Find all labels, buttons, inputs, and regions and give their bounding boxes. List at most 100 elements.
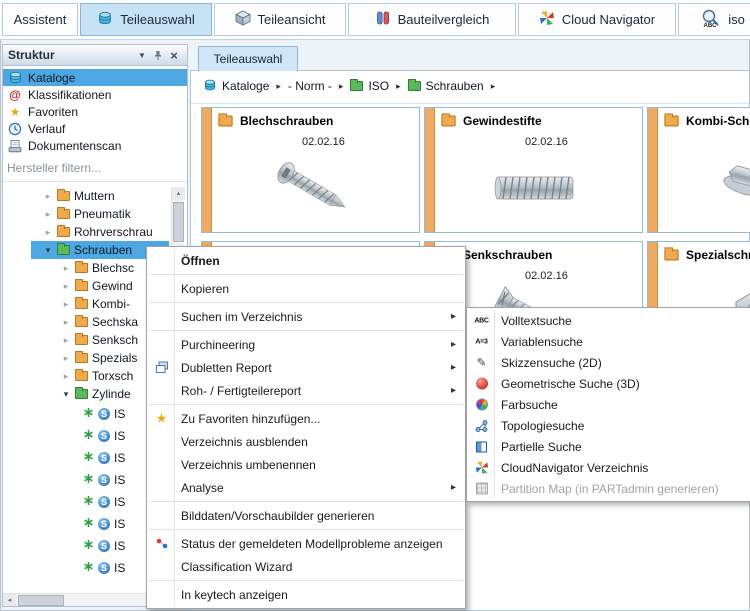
tree-item-kombi[interactable]: Kombi- [3,295,169,313]
tree-label: IS [114,407,125,421]
sidebar-item-favoriten[interactable]: ★ Favoriten [3,103,187,120]
menu-item-analyse[interactable]: Analyse [147,476,465,499]
menu-item-classification-wizard[interactable]: Classification Wizard [147,555,465,578]
tree-item-torx[interactable]: Torxsch [3,367,169,385]
menu-item-raw-finished-report[interactable]: Roh- / Fertigteilereport [147,379,465,402]
scrollbar-thumb[interactable] [18,595,64,606]
sidebar-item-kataloge[interactable]: Kataloge [3,69,187,86]
tree-item-part[interactable]: SIS [3,535,169,557]
tree-item-part[interactable]: SIS [3,513,169,535]
card-title: Senkschrauben [463,248,552,262]
menu-item-duplicate-report[interactable]: Dubletten Report [147,356,465,379]
tree-item-part[interactable]: SIS [3,447,169,469]
menu-item-copy[interactable]: Kopieren [147,277,465,300]
tab-fulltext-search[interactable]: ABC iso [678,3,750,36]
tree-item-schrauben[interactable]: Schrauben [3,241,169,259]
tree-label: IS [114,495,125,509]
tree-item-part[interactable]: S IS [3,491,169,513]
chevron-down-icon[interactable] [61,389,71,400]
menu-item-purchineering[interactable]: Purchineering [147,333,465,356]
chevron-right-icon[interactable] [61,335,71,346]
tree-item-sechskant[interactable]: Sechska [3,313,169,331]
menu-item-search-in-directory[interactable]: Suchen im Verzeichnis [147,305,465,328]
tree-label: Sechska [92,315,138,329]
tree-item-part[interactable]: SIS [3,403,169,425]
menu-item-model-problems-status[interactable]: Status der gemeldeten Modellprobleme anz… [147,532,465,555]
sidebar-item-verlauf[interactable]: Verlauf [3,120,187,137]
divider [191,103,749,104]
tree-item-gewindestifte[interactable]: Gewind [3,277,169,295]
menu-item-hide-directory[interactable]: Verzeichnis ausblenden [147,430,465,453]
pin-icon[interactable] [150,48,166,63]
submenu-item-partial-search[interactable]: Partielle Suche [467,436,750,457]
tree-item-part[interactable]: SIS [3,557,169,579]
tree-item-zylinder[interactable]: Zylinde [3,385,169,403]
catalog-card-gewindestifte[interactable]: Gewindestifte 02.02.16 [424,107,643,233]
tab-assistent[interactable]: Assistent [2,3,78,36]
submenu-item-geometric-search-3d[interactable]: Geometrische Suche (3D) [467,373,750,394]
catalog-card-blechschrauben[interactable]: Blechschrauben 02.02.16 [201,107,420,233]
menu-item-show-in-keytech[interactable]: In keytech anzeigen [147,583,465,606]
manufacturer-filter-input[interactable] [7,161,157,175]
star-icon: ★ [7,105,23,119]
tree-item-muttern[interactable]: Muttern [3,187,169,205]
cloud-navigator-pinwheel-icon [539,10,555,29]
chevron-right-icon[interactable] [43,209,53,220]
tab-cloud-navigator[interactable]: Cloud Navigator [518,3,676,36]
tree-item-rohrverschrau[interactable]: Rohrverschrau [3,223,169,241]
tree-item-part[interactable]: SIS [3,469,169,491]
chevron-right-icon[interactable] [61,353,71,364]
chevron-right-icon[interactable] [43,227,53,238]
tab-teileauswahl[interactable]: Teileauswahl [80,3,212,36]
tree-item-spezial[interactable]: Spezials [3,349,169,367]
chevron-right-icon[interactable] [61,299,71,310]
panel-menu-icon[interactable] [134,48,150,63]
model-problems-icon [153,535,170,552]
menu-item-generate-preview-images[interactable]: Bilddaten/Vorschaubilder generieren [147,504,465,527]
scrollbar-thumb[interactable] [173,202,184,242]
submenu-item-color-search[interactable]: Farbsuche [467,394,750,415]
scroll-up-icon[interactable] [172,187,185,200]
tab-bauteilvergleich[interactable]: Bauteilvergleich [348,3,516,36]
sidebar-item-dokumentenscan[interactable]: Dokumentenscan [3,137,187,154]
chevron-right-icon[interactable] [43,191,53,202]
tree-item-blechschrauben[interactable]: Blechsc [3,259,169,277]
sidebar-item-klassifikationen[interactable]: @ Klassifikationen [3,86,187,103]
submenu-item-cloudnavigator-directory[interactable]: CloudNavigator Verzeichnis [467,457,750,478]
breadcrumb-item-iso[interactable]: ISO [350,79,389,93]
tree-item-pneumatik[interactable]: Pneumatik [3,205,169,223]
breadcrumb-item-norm[interactable]: - Norm - [288,79,332,93]
tab-teileansicht[interactable]: Teileansicht [214,3,346,36]
chevron-right-icon[interactable] [61,317,71,328]
chevron-right-icon[interactable] [61,281,71,292]
s-badge-icon: S [98,562,110,574]
menu-item-label: Geometrische Suche (3D) [501,377,640,391]
norm-asterisk-icon [83,451,94,465]
catalog-card-kombi-schrauben[interactable]: Kombi-Schrau [647,107,750,233]
chevron-down-icon[interactable] [43,245,53,256]
menu-item-label: In keytech anzeigen [181,588,288,602]
norm-asterisk-icon [83,495,94,509]
breadcrumb-item-schrauben[interactable]: Schrauben [408,79,484,93]
submenu-item-topology-search[interactable]: Topologiesuche [467,415,750,436]
tree-item-senkschrauben[interactable]: Senksch [3,331,169,349]
duplicate-report-icon [153,359,170,376]
breadcrumb-item-kataloge[interactable]: Kataloge [203,78,269,95]
breadcrumb-label: - Norm - [288,79,332,93]
close-icon[interactable] [166,48,182,63]
chevron-right-icon[interactable] [61,263,71,274]
submenu-item-fulltext-search[interactable]: ABCVolltextsuche [467,310,750,331]
s-badge-icon: S [98,496,110,508]
tree-label: Muttern [74,189,115,203]
geometric-sphere-icon [473,375,490,392]
compare-parts-icon [375,10,391,29]
menu-item-add-to-favorites[interactable]: ★Zu Favoriten hinzufügen... [147,407,465,430]
chevron-right-icon[interactable] [61,371,71,382]
menu-item-rename-directory[interactable]: Verzeichnis umbenennen [147,453,465,476]
scroll-left-icon[interactable] [3,594,16,607]
submenu-item-sketch-search-2d[interactable]: ✎Skizzensuche (2D) [467,352,750,373]
tree-item-part[interactable]: SIS [3,425,169,447]
submenu-item-variable-search[interactable]: A=3Variablensuche [467,331,750,352]
tab-teileauswahl-view[interactable]: Teileauswahl [198,46,298,71]
menu-item-open[interactable]: Öffnen [147,249,465,272]
